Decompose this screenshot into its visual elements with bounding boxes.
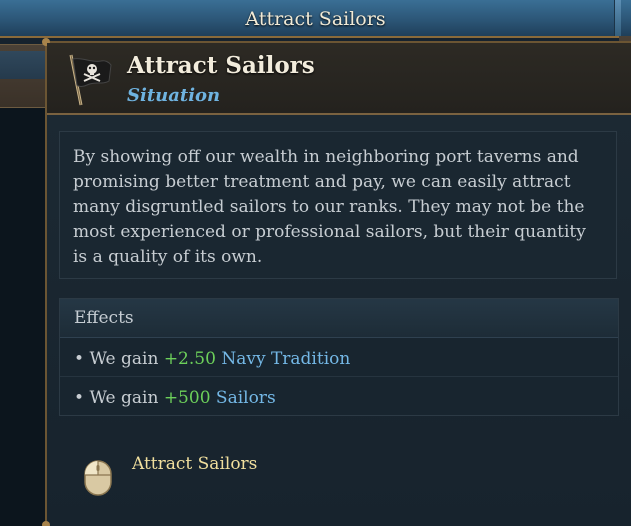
tooltip-title: Attract Sailors — [127, 52, 315, 79]
effects-heading: Effects — [74, 308, 134, 328]
description-box: By showing off our wealth in neighboring… — [59, 131, 617, 279]
effect-bullet: • — [74, 388, 85, 408]
effect-target-link[interactable]: Sailors — [216, 388, 276, 408]
game-screen: Attract Sailors Attract Sailors Situatio… — [0, 0, 631, 526]
effects-header: Effects — [60, 299, 618, 338]
effect-item: • We gain +2.50 Navy Tradition — [74, 349, 350, 369]
pirate-flag-icon — [69, 54, 112, 106]
window-title-bar: Attract Sailors — [0, 0, 631, 38]
background-dark-area — [0, 108, 46, 526]
effects-box: Effects • We gain +2.50 Navy Tradition •… — [59, 298, 619, 416]
effect-value: +2.50 — [163, 349, 216, 369]
background-panel-inner — [0, 51, 50, 79]
background-panel-strip — [0, 44, 50, 108]
click-action-hint[interactable]: Attract Sailors — [47, 443, 631, 503]
effect-item: • We gain +500 Sailors — [74, 388, 276, 408]
action-label: Attract Sailors — [132, 454, 258, 474]
situation-description: By showing off our wealth in neighboring… — [73, 147, 586, 267]
situation-tooltip: Attract Sailors Situation By showing off… — [42, 38, 631, 526]
tooltip-subtitle: Situation — [127, 85, 221, 106]
window-title: Attract Sailors — [245, 8, 386, 30]
effect-target-link[interactable]: Navy Tradition — [221, 349, 350, 369]
mouse-left-click-icon — [84, 460, 112, 496]
effect-value: +500 — [163, 388, 211, 408]
frame-corner-ornament — [42, 521, 50, 526]
effect-prefix: We gain — [89, 388, 159, 408]
title-bar-edge — [614, 0, 621, 36]
tooltip-header: Attract Sailors Situation — [47, 43, 631, 115]
effect-prefix: We gain — [89, 349, 159, 369]
effect-divider — [60, 376, 618, 377]
effect-bullet: • — [74, 349, 85, 369]
